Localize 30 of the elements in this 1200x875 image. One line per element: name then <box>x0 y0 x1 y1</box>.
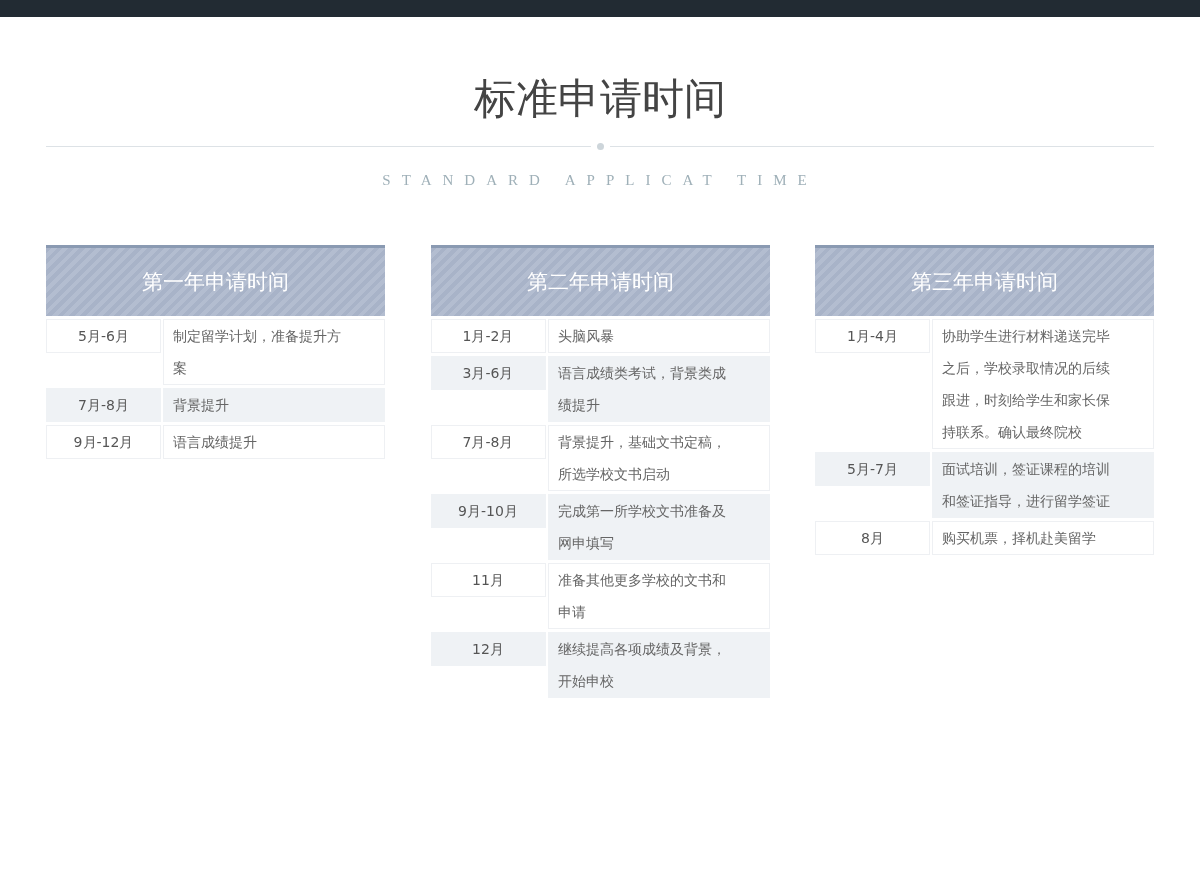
page-title: 标准申请时间 <box>473 73 727 125</box>
period-cell: 9月-10月 <box>430 494 546 528</box>
task-cell: 背景提升 <box>163 388 385 422</box>
task-cell: 完成第一所学校文书准备及网申填写 <box>547 494 770 560</box>
period-cell: 1月-2月 <box>430 319 546 353</box>
divider-dot-icon <box>596 143 604 150</box>
column-heading: 第二年申请时间 <box>430 245 770 316</box>
period-cell: 5月-7月 <box>815 452 930 486</box>
period-cell: 11月 <box>430 563 546 597</box>
task-cell: 面试培训，签证课程的培训和签证指导，进行留学签证 <box>932 452 1154 518</box>
task-cell: 语言成绩提升 <box>163 425 385 459</box>
page-subtitle: STANDARD APPLICAT TIME <box>381 172 819 189</box>
task-cell: 头脑风暴 <box>547 319 770 353</box>
column-heading: 第三年申请时间 <box>815 245 1154 316</box>
period-cell: 7月-8月 <box>46 388 161 422</box>
period-cell: 5月-6月 <box>46 319 161 353</box>
period-cell: 1月-4月 <box>815 319 930 353</box>
task-cell: 语言成绩类考试，背景类成绩提升 <box>547 356 770 422</box>
task-cell: 制定留学计划，准备提升方案 <box>163 319 385 385</box>
period-cell: 3月-6月 <box>430 356 546 390</box>
column-heading: 第一年申请时间 <box>46 245 385 316</box>
task-cell: 背景提升，基础文书定稿，所选学校文书启动 <box>547 425 770 491</box>
period-cell: 7月-8月 <box>430 425 546 459</box>
period-cell: 9月-12月 <box>46 425 161 459</box>
task-cell: 购买机票，择机赴美留学 <box>932 521 1154 555</box>
period-cell: 12月 <box>430 632 546 666</box>
task-cell: 准备其他更多学校的文书和申请 <box>547 563 770 629</box>
period-cell: 8月 <box>815 521 930 555</box>
task-cell: 协助学生进行材料递送完毕之后，学校录取情况的后续跟进，时刻给学生和家长保持联系。确认最终院校 <box>932 319 1154 449</box>
task-cell: 继续提高各项成绩及背景，开始申校 <box>547 632 770 698</box>
